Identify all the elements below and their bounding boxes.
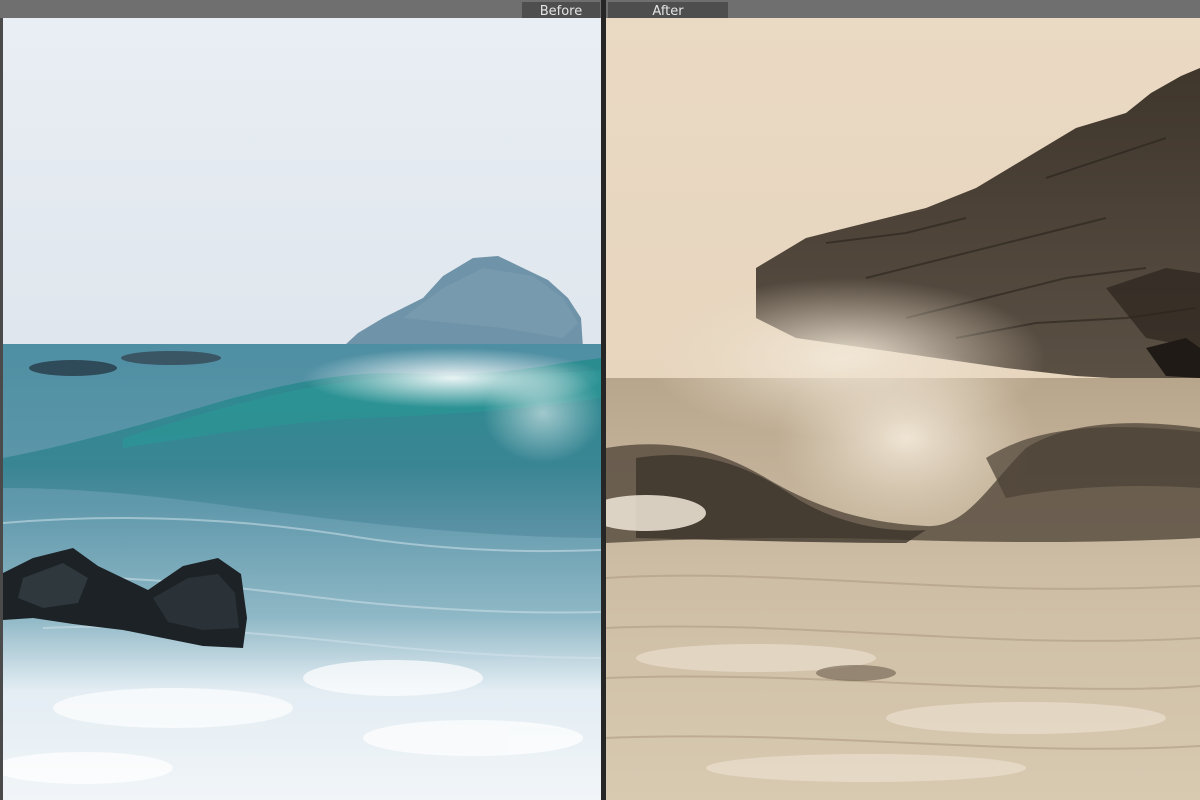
before-image-panel[interactable] <box>3 18 601 800</box>
before-photo <box>3 18 601 800</box>
compare-toolbar <box>0 0 1200 18</box>
after-photo <box>606 18 1200 800</box>
after-image-panel[interactable] <box>606 18 1200 800</box>
